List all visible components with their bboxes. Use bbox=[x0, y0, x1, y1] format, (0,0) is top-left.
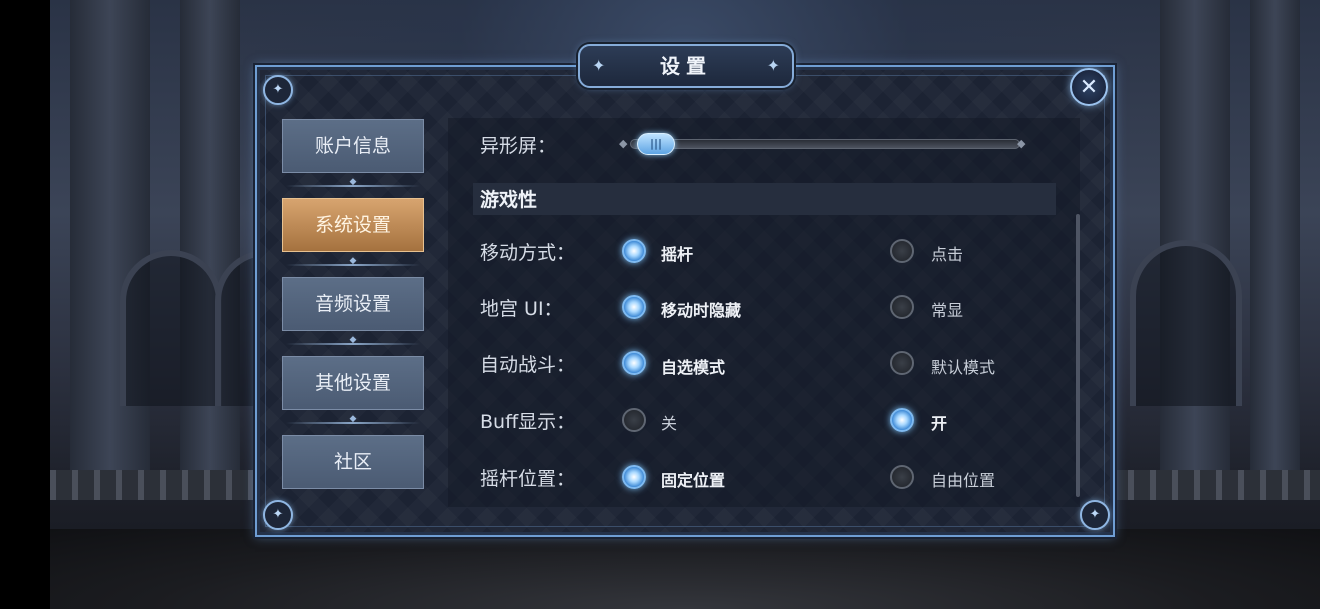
title-plate: ✦ 设置 ✦ bbox=[578, 44, 794, 88]
star-ornament-icon: ✦ bbox=[766, 56, 780, 75]
nav-divider bbox=[286, 335, 420, 348]
page-title: 设置 bbox=[660, 54, 712, 78]
option-label: 点击 bbox=[931, 245, 964, 264]
nav-system-settings[interactable]: 系统设置 bbox=[282, 198, 424, 252]
section-header bbox=[473, 183, 1056, 215]
nav-divider bbox=[286, 177, 420, 190]
radio-buff-on[interactable] bbox=[890, 408, 914, 432]
nav-divider bbox=[286, 256, 420, 269]
corner-ornament-icon bbox=[263, 75, 293, 105]
radio-buff-off[interactable] bbox=[622, 408, 646, 432]
nav-divider bbox=[286, 414, 420, 427]
option-label: 自由位置 bbox=[931, 471, 996, 490]
slider-min-cap-icon: ◆ bbox=[619, 137, 628, 150]
close-button[interactable]: ✕ bbox=[1070, 68, 1108, 106]
slider-max-cap-icon: ◆ bbox=[1017, 137, 1026, 150]
corner-ornament-icon bbox=[1080, 500, 1110, 530]
buff-display-label: Buff显示： bbox=[480, 411, 576, 433]
option-label: 开 bbox=[931, 414, 948, 433]
close-x-icon: ✕ bbox=[1079, 75, 1099, 100]
dungeon-ui-label: 地宫 UI： bbox=[480, 298, 563, 320]
radio-custom-mode[interactable] bbox=[622, 351, 646, 375]
option-label: 固定位置 bbox=[661, 471, 726, 490]
option-label: 关 bbox=[661, 414, 678, 433]
content-scrollbar[interactable] bbox=[1076, 214, 1080, 497]
nav-audio-settings[interactable]: 音频设置 bbox=[282, 277, 424, 331]
nav-community[interactable]: 社区 bbox=[282, 435, 424, 489]
joystick-position-label: 摇杆位置： bbox=[480, 468, 576, 490]
section-title: 游戏性 bbox=[480, 189, 538, 211]
radio-hide-when-moving[interactable] bbox=[622, 295, 646, 319]
radio-fixed-position[interactable] bbox=[622, 465, 646, 489]
screen-edge bbox=[0, 0, 50, 609]
notch-screen-slider[interactable] bbox=[630, 139, 1020, 149]
auto-battle-label: 自动战斗： bbox=[480, 354, 576, 376]
option-label: 默认模式 bbox=[931, 358, 996, 377]
option-label: 常显 bbox=[931, 301, 964, 320]
option-label: 自选模式 bbox=[661, 358, 726, 377]
slider-grip-icon: ||| bbox=[650, 137, 663, 150]
option-label: 移动时隐藏 bbox=[661, 301, 742, 320]
slider-handle[interactable]: ||| bbox=[637, 133, 676, 155]
nav-other-settings[interactable]: 其他设置 bbox=[282, 356, 424, 410]
move-mode-label: 移动方式： bbox=[480, 242, 576, 264]
corner-ornament-icon bbox=[263, 500, 293, 530]
radio-tap[interactable] bbox=[890, 239, 914, 263]
notch-screen-label: 异形屏： bbox=[480, 135, 557, 157]
radio-default-mode[interactable] bbox=[890, 351, 914, 375]
radio-joystick[interactable] bbox=[622, 239, 646, 263]
radio-free-position[interactable] bbox=[890, 465, 914, 489]
radio-always-show[interactable] bbox=[890, 295, 914, 319]
option-label: 摇杆 bbox=[661, 245, 694, 264]
nav-account-info[interactable]: 账户信息 bbox=[282, 119, 424, 173]
